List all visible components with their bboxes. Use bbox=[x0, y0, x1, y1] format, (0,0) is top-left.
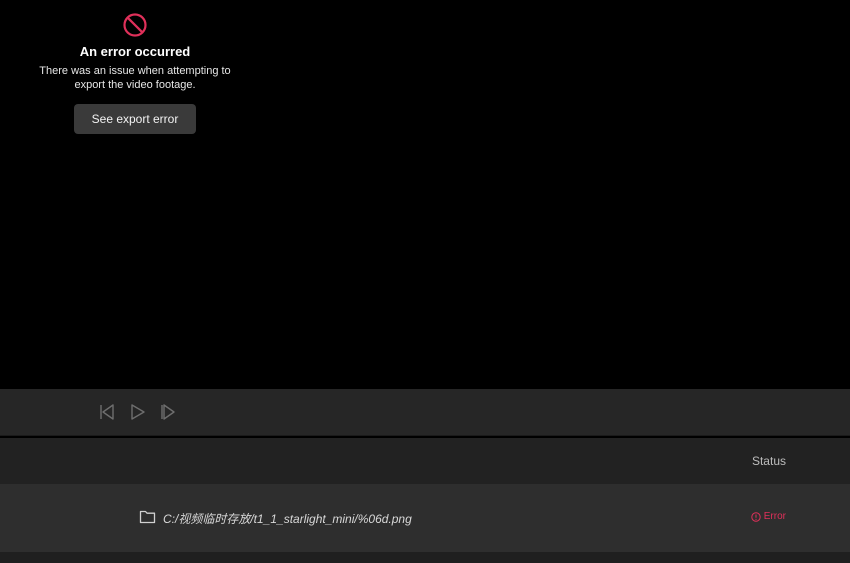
status-badge: Error bbox=[751, 511, 786, 522]
step-back-icon[interactable] bbox=[98, 403, 116, 421]
table-header: Status bbox=[0, 438, 850, 484]
prohibited-icon bbox=[123, 13, 147, 37]
status-column-header: Status bbox=[751, 454, 786, 468]
step-forward-icon[interactable] bbox=[159, 403, 177, 421]
file-path: C:/视频临时存放/t1_1_starlight_mini/%06d.png bbox=[163, 512, 412, 526]
error-message: There was an issue when attempting to ex… bbox=[39, 65, 231, 91]
status-text: Error bbox=[763, 511, 786, 522]
playback-controls bbox=[0, 389, 850, 436]
play-icon[interactable] bbox=[129, 403, 147, 421]
folder-icon bbox=[139, 510, 156, 524]
table-row[interactable]: C:/视频临时存放/t1_1_starlight_mini/%06d.png E… bbox=[0, 484, 850, 552]
see-export-error-button[interactable]: See export error bbox=[74, 104, 196, 134]
error-circle-icon bbox=[751, 511, 761, 522]
video-preview: An error occurred There was an issue whe… bbox=[0, 0, 850, 389]
error-title: An error occurred bbox=[79, 44, 191, 59]
table-footer bbox=[0, 552, 850, 563]
export-error-panel: An error occurred There was an issue whe… bbox=[20, 12, 250, 134]
